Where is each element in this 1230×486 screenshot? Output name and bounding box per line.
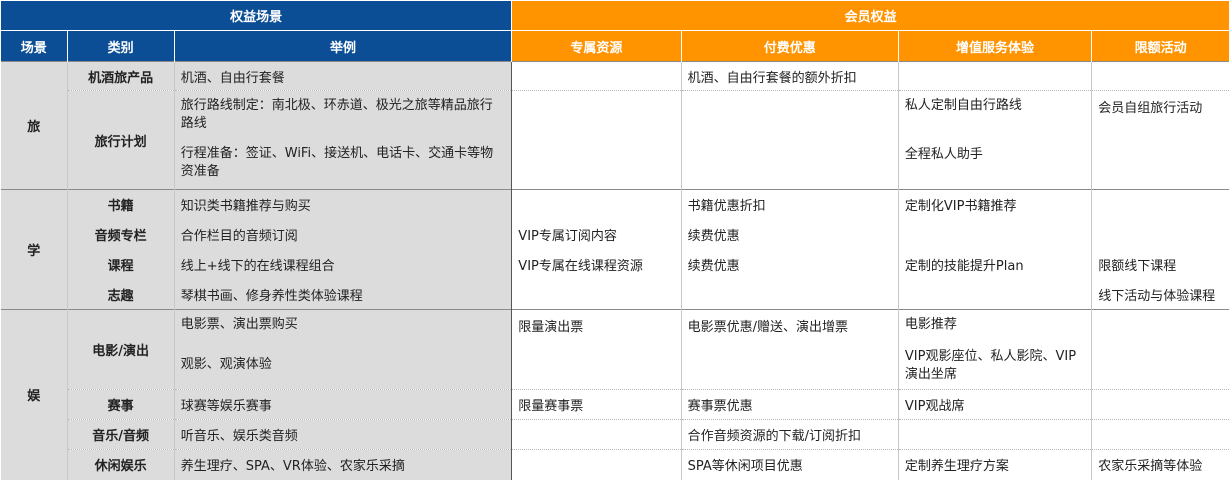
example-cell: 线上+线下的在线课程组合 xyxy=(174,249,513,280)
exclusive-cell: 限量赛事票 xyxy=(511,389,682,420)
limited-cell xyxy=(1092,220,1229,250)
limited-cell: 线下活动与体验课程 xyxy=(1098,288,1216,304)
value-service-line: 电影推荐 xyxy=(904,317,957,332)
limited-cell xyxy=(1091,309,1229,390)
table-row: 休闲娱乐 养生理疗、SPA、VR体验、农家乐采摘 SPA等休闲项目优惠 定制养生… xyxy=(1,449,1229,480)
category-cell: 休闲娱乐 xyxy=(67,449,175,480)
example-line: 观影、观演体验 xyxy=(180,357,272,372)
category-cell: 音乐/音频 xyxy=(67,419,175,450)
value-service-line: 私人定制自由行路线 xyxy=(904,98,1022,113)
example-cell: 机酒、自由行套餐 xyxy=(174,61,513,91)
exclusive-cell: 限量演出票 xyxy=(511,309,682,390)
exclusive-cell xyxy=(511,189,682,220)
example-cell: 球赛等娱乐赛事 xyxy=(174,389,513,420)
example-cell: 听音乐、娱乐类音频 xyxy=(174,419,513,450)
limited-cell xyxy=(1091,189,1229,220)
exclusive-cell xyxy=(511,449,682,480)
table-row: 旅 机酒旅产品 机酒、自由行套餐 机酒、自由行套餐的额外折扣 xyxy=(1,61,1229,190)
value-service-cell: 私人定制自由行路线 全程私人助手 xyxy=(898,90,1093,190)
limited-cell xyxy=(1091,419,1229,450)
discount-cell: 续费优惠 xyxy=(681,249,899,280)
value-service-cell xyxy=(898,219,1093,250)
value-service-cell xyxy=(898,61,1093,91)
value-service-line: VIP观影座位、私人影院、VIP演出坐席 xyxy=(904,349,1077,382)
exclusive-cell xyxy=(511,419,682,450)
exclusive-cell xyxy=(511,90,682,190)
example-cell: 电影票、演出票购买 观影、观演体验 xyxy=(174,309,513,390)
discount-cell: 赛事票优惠 xyxy=(681,389,899,420)
table-row: 赛事 球赛等娱乐赛事 限量赛事票 赛事票优惠 VIP观战席 xyxy=(1,389,1229,420)
header-discount: 付费优惠 xyxy=(681,30,899,62)
exclusive-cell: VIP专属在线课程资源 xyxy=(511,249,682,280)
limited-cell: 农家乐采摘等体验 xyxy=(1091,449,1229,480)
header-value-service: 增值服务体验 xyxy=(898,30,1093,62)
example-cell: 养生理疗、SPA、VR体验、农家乐采摘 xyxy=(174,449,513,480)
discount-cell: 续费优惠 xyxy=(681,219,899,250)
discount-cell: 电影票优惠/赠送、演出增票 xyxy=(681,309,899,390)
category-cell: 书籍 xyxy=(67,189,175,220)
exclusive-cell xyxy=(511,279,682,310)
table-row: 课程 线上+线下的在线课程组合 VIP专属在线课程资源 续费优惠 定制的技能提升… xyxy=(1,249,1229,280)
header-limited: 限额活动 xyxy=(1091,30,1229,62)
exclusive-cell: VIP专属订阅内容 xyxy=(511,219,682,250)
header-scene: 场景 xyxy=(1,30,68,62)
discount-cell xyxy=(681,90,899,190)
benefits-table-page: 权益场景 会员权益 场景 类别 举例 专属资源 付费优惠 增值服务体验 限额活动… xyxy=(0,0,1230,486)
value-service-cell: 定制化VIP书籍推荐 xyxy=(898,189,1093,220)
table-row: 娱 电影/演出 电影票、演出票购买 观影、观演体验 限量演出票 电影票优惠/赠送… xyxy=(1,309,1229,480)
header-group-benefits: 会员权益 xyxy=(511,1,1229,31)
discount-cell xyxy=(681,279,899,310)
limited-cell: 限额线下课程 xyxy=(1098,259,1177,274)
table-row: 旅行计划 旅行路线制定：南北极、环赤道、极光之旅等精品旅行路线 行程准备：签证、… xyxy=(1,90,1229,190)
table-row: 志趣 琴棋书画、修身养性类体验课程 线下活动与体验课程 xyxy=(1,279,1229,310)
example-cell: 合作栏目的音频订阅 xyxy=(174,219,513,250)
limited-cell xyxy=(1091,389,1229,420)
value-service-cell xyxy=(898,419,1093,450)
limited-cell: 会员自组旅行活动 xyxy=(1091,90,1229,190)
example-cell: 知识类书籍推荐与购买 xyxy=(174,189,513,220)
scene-study: 学 xyxy=(1,189,68,310)
table-row: 音频专栏 合作栏目的音频订阅 VIP专属订阅内容 续费优惠 xyxy=(1,219,1229,250)
header-category: 类别 xyxy=(67,30,175,62)
example-cell: 琴棋书画、修身养性类体验课程 xyxy=(174,279,513,310)
category-cell: 电影/演出 xyxy=(67,309,175,390)
header-column-row: 场景 类别 举例 专属资源 付费优惠 增值服务体验 限额活动 xyxy=(1,30,1229,62)
limited-cell xyxy=(1091,61,1229,91)
benefits-table: 权益场景 会员权益 场景 类别 举例 专属资源 付费优惠 增值服务体验 限额活动… xyxy=(1,1,1229,480)
header-group-scenes: 权益场景 xyxy=(1,1,513,31)
value-service-cell: 电影推荐 VIP观影座位、私人影院、VIP演出坐席 xyxy=(898,309,1093,390)
category-cell: 机酒旅产品 xyxy=(67,61,175,91)
category-cell: 志趣 xyxy=(67,279,175,310)
discount-cell: 合作音频资源的下载/订阅折扣 xyxy=(681,419,899,450)
value-service-cell xyxy=(898,279,1093,310)
header-exclusive: 专属资源 xyxy=(511,30,682,62)
value-service-line: 全程私人助手 xyxy=(904,147,983,162)
exclusive-cell xyxy=(511,61,682,91)
value-service-cell: 定制的技能提升Plan xyxy=(898,249,1093,280)
category-cell: 赛事 xyxy=(67,389,175,420)
category-cell: 旅行计划 xyxy=(67,90,175,190)
discount-cell: 机酒、自由行套餐的额外折扣 xyxy=(681,61,899,91)
category-cell: 课程 xyxy=(67,249,175,280)
discount-cell: 书籍优惠折扣 xyxy=(681,189,899,220)
table-row: 学 书籍 知识类书籍推荐与购买 书籍优惠折扣 定制化VIP书籍推荐 xyxy=(1,189,1229,310)
example-line: 旅行路线制定：南北极、环赤道、极光之旅等精品旅行路线 xyxy=(180,98,493,131)
header-example: 举例 xyxy=(174,30,513,62)
scene-entertainment: 娱 xyxy=(1,309,68,480)
value-service-cell: VIP观战席 xyxy=(898,389,1093,420)
example-line: 电影票、演出票购买 xyxy=(180,317,298,332)
example-cell: 旅行路线制定：南北极、环赤道、极光之旅等精品旅行路线 行程准备：签证、WiFi、… xyxy=(174,90,513,190)
table-row: 音乐/音频 听音乐、娱乐类音频 合作音频资源的下载/订阅折扣 xyxy=(1,419,1229,450)
scene-travel: 旅 xyxy=(1,61,68,190)
discount-cell: SPA等休闲项目优惠 xyxy=(681,449,899,480)
example-line: 行程准备：签证、WiFi、接送机、电话卡、交通卡等物资准备 xyxy=(180,146,494,179)
value-service-cell: 定制养生理疗方案 xyxy=(898,449,1093,480)
category-cell: 音频专栏 xyxy=(67,219,175,250)
header-group-row: 权益场景 会员权益 xyxy=(1,1,1229,31)
